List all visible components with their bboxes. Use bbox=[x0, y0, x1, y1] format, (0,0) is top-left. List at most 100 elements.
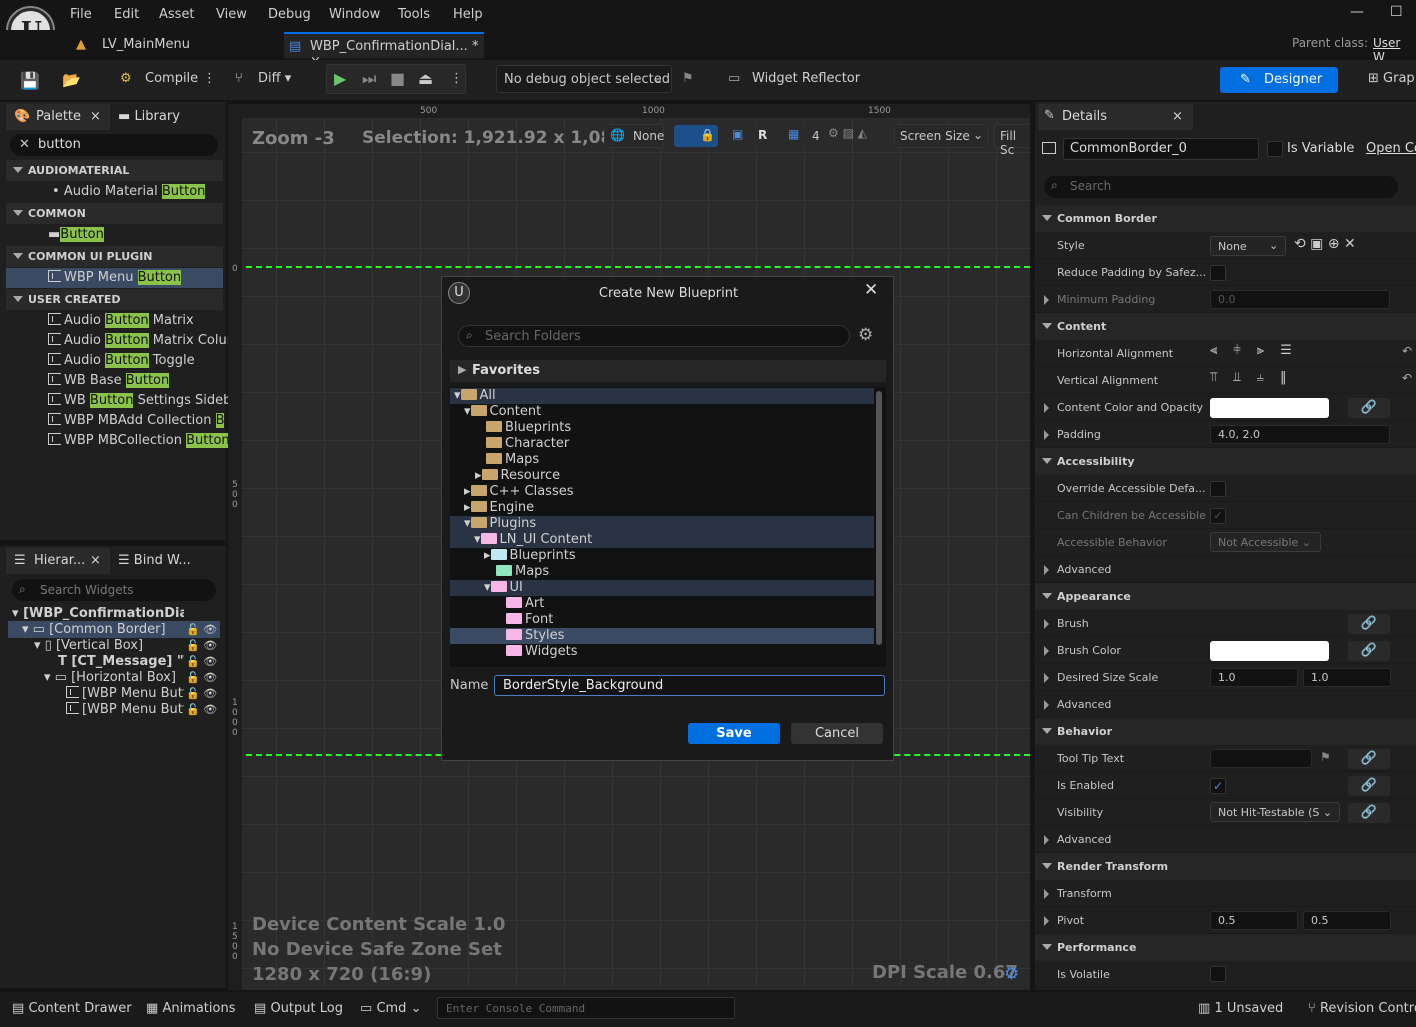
is-volatile-checkbox[interactable] bbox=[1210, 966, 1226, 982]
folder-art[interactable]: Art bbox=[506, 596, 544, 611]
category-performance[interactable]: Performance bbox=[1035, 934, 1416, 961]
close-icon[interactable]: × bbox=[90, 109, 101, 124]
minimize-icon[interactable]: — bbox=[1350, 4, 1364, 20]
stop-icon[interactable]: ■ bbox=[390, 69, 405, 88]
section-common-ui-plugin[interactable]: COMMON UI PLUGIN bbox=[6, 246, 223, 267]
search-widgets-input[interactable]: ⌕ Search Widgets bbox=[12, 579, 216, 601]
dialog-close-icon[interactable]: ✕ bbox=[864, 280, 878, 300]
canvas-tools-icons[interactable]: ⚙ ▨ ◭ bbox=[828, 126, 867, 140]
save-button[interactable]: Save bbox=[688, 723, 780, 744]
hierarchy-horizontal-box[interactable]: ▾ ▭ [Horizontal Box] bbox=[44, 670, 176, 685]
tree-scrollbar[interactable] bbox=[876, 391, 882, 645]
bind-link-icon[interactable]: 🔗 bbox=[1348, 776, 1390, 796]
folder-font[interactable]: Font bbox=[506, 612, 553, 627]
cancel-button[interactable]: Cancel bbox=[791, 723, 883, 744]
style-dropdown[interactable]: None ⌄ bbox=[1210, 236, 1286, 256]
screen-size-dropdown[interactable]: Screen Size ⌄ bbox=[894, 124, 988, 148]
palette-item[interactable]: WBP MBCollection Button bbox=[48, 433, 230, 448]
debug-filter-icon[interactable]: ⚑ bbox=[682, 71, 694, 86]
folder-all[interactable]: ▾ All bbox=[454, 388, 496, 403]
unsaved-button[interactable]: ▥ 1 Unsaved bbox=[1198, 1001, 1283, 1016]
palette-item[interactable]: ▬Button bbox=[48, 227, 104, 242]
compile-icon[interactable]: ⚙ bbox=[120, 71, 132, 86]
menu-window[interactable]: Window bbox=[329, 7, 380, 22]
content-drawer-button[interactable]: ▤ Content Drawer bbox=[12, 1001, 132, 1016]
open-link[interactable]: Open Cor bbox=[1366, 141, 1416, 156]
folder-ln-ui-content[interactable]: ▾ LN_UI Content bbox=[474, 532, 592, 547]
style-actions-icons[interactable]: ⟲ ▣ ⊕ ✕ bbox=[1294, 236, 1356, 252]
accessible-behavior-dropdown[interactable]: Not Accessible ⌄ bbox=[1210, 532, 1321, 552]
widget-name-input[interactable]: CommonBorder_0 bbox=[1063, 138, 1259, 160]
folder-ln-maps[interactable]: Maps bbox=[496, 564, 549, 579]
palette-item[interactable]: • Audio Material Button bbox=[52, 184, 206, 199]
bind-link-icon[interactable]: 🔗 bbox=[1348, 749, 1390, 769]
save-icon[interactable]: 💾 bbox=[20, 71, 40, 90]
category-render-transform[interactable]: Render Transform bbox=[1035, 853, 1416, 880]
revision-control-button[interactable]: ⑂ Revision Contro bbox=[1308, 1001, 1416, 1016]
widget-reflector-button[interactable]: Widget Reflector bbox=[752, 71, 860, 86]
desired-size-x[interactable]: 1.0 bbox=[1210, 668, 1298, 687]
folder-ui[interactable]: ▾ UI bbox=[484, 580, 523, 595]
category-content[interactable]: Content bbox=[1035, 313, 1416, 340]
bind-link-icon[interactable]: 🔗 bbox=[1348, 614, 1390, 634]
menu-edit[interactable]: Edit bbox=[114, 7, 139, 22]
step-icon[interactable]: ⏭ bbox=[362, 69, 376, 89]
palette-item[interactable]: Audio Button Matrix bbox=[48, 313, 194, 328]
tab-library[interactable]: ▬ Library bbox=[118, 104, 180, 130]
section-user-created[interactable]: USER CREATED bbox=[6, 289, 223, 310]
bind-link-icon[interactable]: 🔗 bbox=[1348, 398, 1390, 418]
clear-search-icon[interactable]: ✕ bbox=[19, 137, 30, 152]
palette-item[interactable]: WB Base Button bbox=[48, 373, 170, 388]
palette-item[interactable]: WB Button Settings Sidebar bbox=[48, 393, 245, 408]
section-audiomaterial[interactable]: AUDIOMATERIAL bbox=[6, 160, 223, 181]
folder-blueprints[interactable]: Blueprints bbox=[486, 420, 571, 435]
palette-item[interactable]: WBP Menu Button bbox=[48, 270, 182, 285]
reset-icon[interactable]: ↶ bbox=[1402, 371, 1412, 385]
animations-button[interactable]: ▦ Animations bbox=[146, 1001, 236, 1016]
hierarchy-menu-button[interactable]: [WBP Menu Buttoı bbox=[66, 686, 184, 701]
menu-tools[interactable]: Tools bbox=[398, 7, 430, 22]
folder-engine[interactable]: ▸ Engine bbox=[464, 500, 534, 515]
override-accessible-checkbox[interactable] bbox=[1210, 481, 1226, 497]
details-search-input[interactable]: ⌕ Search bbox=[1044, 176, 1398, 198]
flag-icon[interactable]: ⚑ bbox=[1320, 750, 1331, 764]
play-options-icon[interactable]: ⋮ bbox=[450, 71, 463, 86]
fill-screen-dropdown[interactable]: Fill Sc bbox=[994, 124, 1030, 157]
cmd-dropdown[interactable]: ▭ Cmd ⌄ bbox=[360, 1001, 421, 1016]
debug-object-dropdown[interactable]: No debug object selected ⌄ bbox=[496, 65, 672, 93]
hierarchy-message[interactable]: T [CT_Message] "Tex bbox=[58, 654, 184, 669]
brush-color-swatch[interactable] bbox=[1210, 641, 1329, 661]
dpi-settings-icon[interactable]: ⚙ bbox=[1004, 964, 1019, 984]
bind-link-icon[interactable]: 🔗 bbox=[1348, 641, 1390, 661]
folder-content[interactable]: ▾ Content bbox=[464, 404, 541, 419]
row-transform[interactable]: Transform bbox=[1035, 880, 1416, 907]
grid-snap-toggle[interactable]: ▦ 4 bbox=[784, 125, 822, 147]
padding-value[interactable]: 4.0, 2.0 bbox=[1210, 425, 1390, 444]
play-icon[interactable]: ▶ bbox=[334, 69, 346, 88]
pivot-y[interactable]: 0.5 bbox=[1303, 911, 1391, 930]
compile-options-icon[interactable]: ⋮ bbox=[203, 71, 216, 86]
console-input[interactable]: Enter Console Command bbox=[437, 997, 735, 1019]
close-icon[interactable]: × bbox=[1172, 109, 1183, 124]
reset-icon[interactable]: ↶ bbox=[1402, 344, 1412, 358]
hierarchy-root[interactable]: ▾ [WBP_ConfirmationDialogu bbox=[12, 606, 184, 621]
settings-icon[interactable]: ⚙ bbox=[858, 325, 873, 345]
reduce-padding-checkbox[interactable] bbox=[1210, 265, 1226, 281]
category-accessibility[interactable]: Accessibility bbox=[1035, 448, 1416, 475]
content-color-swatch[interactable] bbox=[1210, 398, 1329, 418]
output-log-button[interactable]: ▤ Output Log bbox=[254, 1001, 343, 1016]
tab-details[interactable]: ✎ Details × bbox=[1038, 104, 1193, 130]
tab-bind-widgets[interactable]: ☰ Bind W... bbox=[118, 548, 191, 574]
search-folders-input[interactable]: ⌕ Search Folders bbox=[458, 325, 850, 347]
respect-locks-toggle[interactable]: ▣ R bbox=[728, 125, 772, 147]
menu-debug[interactable]: Debug bbox=[268, 7, 311, 22]
compile-button[interactable]: Compile bbox=[145, 71, 198, 86]
pivot-x[interactable]: 0.5 bbox=[1210, 911, 1298, 930]
folder-styles[interactable]: Styles bbox=[506, 628, 564, 643]
palette-search-input[interactable]: ✕ button bbox=[10, 134, 218, 156]
tab-widget[interactable]: ▤WBP_ConfirmationDial... * × bbox=[284, 32, 484, 69]
name-input[interactable]: BorderStyle_Background bbox=[494, 675, 885, 696]
palette-item[interactable]: Audio Button Toggle bbox=[48, 353, 195, 368]
diff-button[interactable]: Diff ▾ bbox=[258, 71, 291, 86]
tooltip-input[interactable] bbox=[1210, 749, 1312, 768]
